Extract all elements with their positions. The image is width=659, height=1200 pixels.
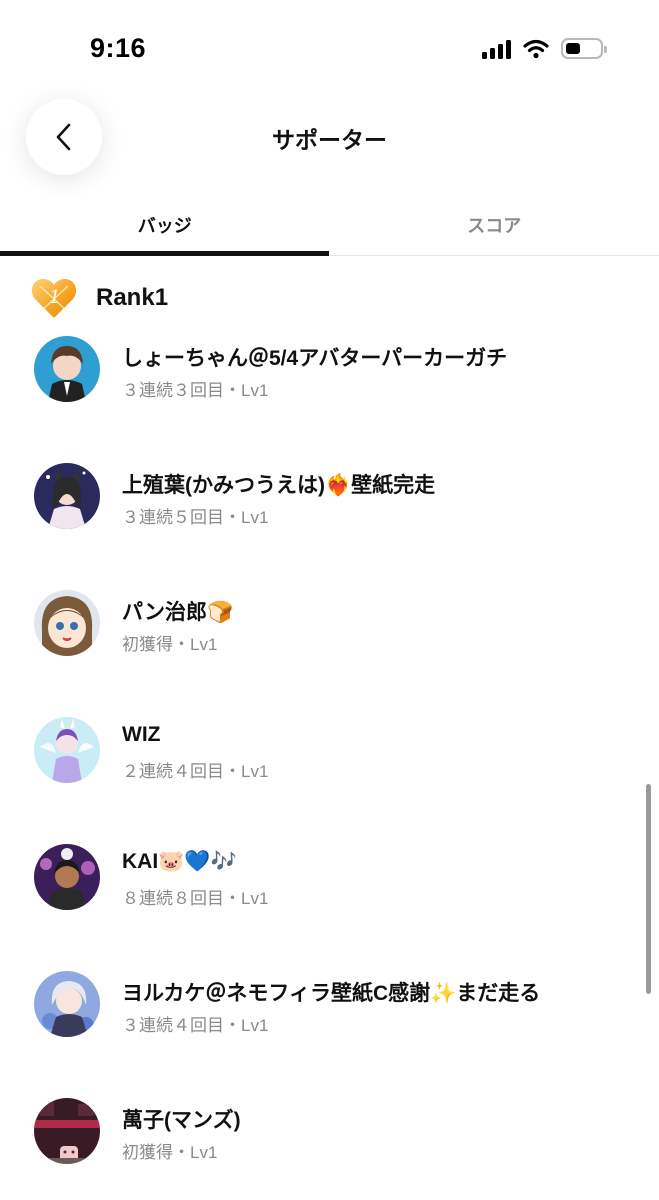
- active-tab-indicator: [0, 251, 329, 256]
- supporter-name: 上殖葉(かみつうえは)❤️‍🔥壁紙完走: [122, 474, 436, 497]
- supporter-name: 萬子(マンズ): [122, 1109, 241, 1132]
- avatar: [34, 463, 100, 529]
- supporter-detail: ３連続３回目・Lv1: [122, 381, 269, 400]
- status-bar: 9:16: [0, 0, 659, 96]
- rank-header: 1 Rank1: [30, 276, 168, 320]
- status-icons: [482, 38, 607, 59]
- list-item[interactable]: しょーちゃん＠5/4アバターパーカーガチ ３連続３回目・Lv1: [0, 336, 659, 406]
- avatar: [34, 1098, 100, 1164]
- battery-icon: [561, 38, 607, 59]
- page-title: サポーター: [272, 127, 387, 153]
- list-item[interactable]: WIZ ２連続４回目・Lv1: [0, 717, 659, 787]
- list-item[interactable]: 萬子(マンズ) 初獲得・Lv1: [0, 1098, 659, 1168]
- list-item[interactable]: ヨルカケ＠ネモフィラ壁紙C感謝✨まだ走る ３連続４回目・Lv1: [0, 971, 659, 1041]
- supporter-name: ヨルカケ＠ネモフィラ壁紙C感謝✨まだ走る: [122, 982, 541, 1005]
- list-item[interactable]: パン治郎🍞 初獲得・Lv1: [0, 590, 659, 660]
- supporter-name: パン治郎🍞: [122, 601, 234, 624]
- header: サポーター: [0, 96, 659, 196]
- supporter-detail: 初獲得・Lv1: [122, 1143, 218, 1162]
- avatar: [34, 717, 100, 783]
- tab-badge[interactable]: バッジ: [0, 198, 330, 255]
- vertical-scrollbar[interactable]: [646, 784, 651, 994]
- supporter-detail: 初獲得・Lv1: [122, 635, 218, 654]
- rank-title: Rank1: [96, 284, 169, 311]
- supporter-name: KAI🐷💙🎶: [122, 850, 237, 873]
- supporter-detail: ３連続４回目・Lv1: [122, 1016, 269, 1035]
- supporter-detail: ８連続８回目・Lv1: [122, 889, 269, 908]
- cellular-signal-icon: [482, 39, 511, 59]
- supporter-detail: ２連続４回目・Lv1: [122, 762, 269, 781]
- avatar: [34, 971, 100, 1037]
- list-item[interactable]: KAI🐷💙🎶 ８連続８回目・Lv1: [0, 844, 659, 914]
- avatar: [34, 336, 100, 402]
- avatar: [34, 590, 100, 656]
- rank-heart-badge-icon: 1: [31, 278, 77, 318]
- supporter-name: しょーちゃん＠5/4アバターパーカーガチ: [122, 347, 508, 370]
- status-time: 9:16: [90, 33, 147, 63]
- tab-score[interactable]: スコア: [330, 198, 659, 255]
- supporter-name: WIZ: [122, 723, 161, 746]
- svg-text:1: 1: [49, 287, 60, 308]
- supporter-detail: ３連続５回目・Lv1: [122, 508, 269, 527]
- tab-bar: バッジ スコア: [0, 198, 659, 256]
- list-item[interactable]: 上殖葉(かみつうえは)❤️‍🔥壁紙完走 ３連続５回目・Lv1: [0, 463, 659, 533]
- avatar: [34, 844, 100, 910]
- wifi-icon: [523, 39, 549, 58]
